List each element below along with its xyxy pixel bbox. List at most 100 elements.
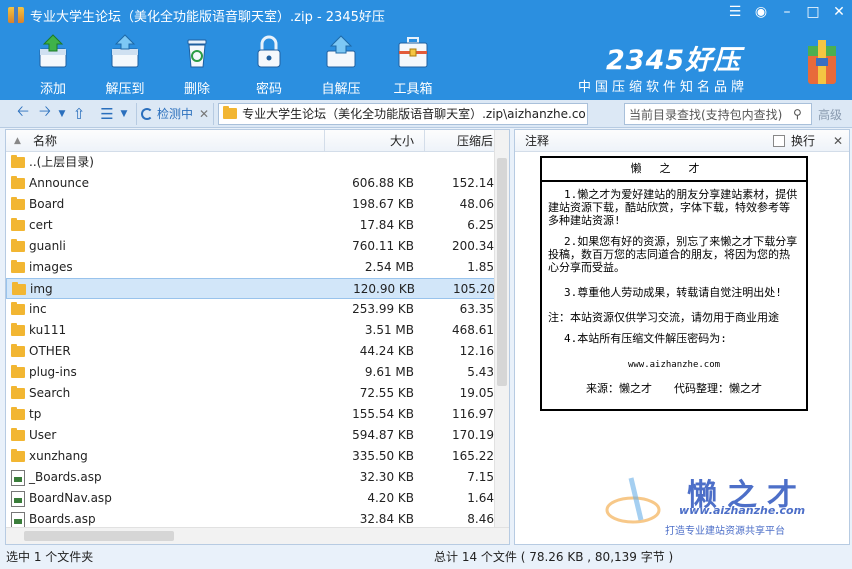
search-placeholder: 当前目录查找(支持包内查找) xyxy=(629,107,783,122)
file-row[interactable]: guanli 760.11 KB 200.34 xyxy=(6,236,496,257)
advanced-search-link[interactable]: 高级 xyxy=(818,106,842,123)
window-controls: ☰ ◉ – □ ✕ xyxy=(722,0,852,26)
brand-area: 2345好压 中国压缩软件知名品牌 xyxy=(578,36,838,96)
comment-pane: 注释 换行 ✕ 懒之才 1.懒之才为爱好建站的朋友分享建站素材，提供建站资源下载… xyxy=(514,129,850,545)
vertical-scrollbar[interactable] xyxy=(494,130,509,528)
folder-icon xyxy=(11,449,25,462)
window-title: 专业大学生论坛（美化全功能版语音聊天室）.zip - 2345好压 xyxy=(30,9,385,25)
chevron-down-icon[interactable]: ▼ xyxy=(56,103,68,125)
watermark-logo-icon xyxy=(605,477,661,524)
file-row[interactable]: cert 17.84 KB 6.25 xyxy=(6,215,496,236)
folder-icon xyxy=(223,106,238,119)
toolbox-icon xyxy=(394,33,432,71)
loading-spinner-icon xyxy=(141,107,153,120)
extract-icon xyxy=(106,33,144,71)
wrap-checkbox[interactable] xyxy=(773,135,785,147)
scan-label: 检测中 xyxy=(157,107,194,121)
file-row[interactable]: BoardNav.asp 4.20 KB 1.64 xyxy=(6,488,496,509)
file-list-pane: ▲ 名称 大小 压缩后 ..(上层目录) Announce 606.88 KB … xyxy=(5,129,510,545)
folder-icon xyxy=(11,155,25,168)
sort-up-icon: ▲ xyxy=(14,136,21,146)
notice-line: 4.本站所有压缩文件解压密码为: xyxy=(564,332,727,345)
comment-title: 注释 xyxy=(525,134,550,148)
scroll-thumb[interactable] xyxy=(24,531,174,541)
file-row[interactable]: plug-ins 9.61 MB 5.43 xyxy=(6,362,496,383)
directory-search-input[interactable]: 当前目录查找(支持包内查找) ⚲ xyxy=(624,103,812,125)
view-options-chevron-icon[interactable]: ▼ xyxy=(118,103,130,125)
file-row[interactable]: inc 253.99 KB 63.35 xyxy=(6,299,496,320)
brand-slogan: 中国压缩软件知名品牌 xyxy=(578,80,749,95)
menu-icon[interactable]: ☰ xyxy=(722,0,748,24)
folder-icon xyxy=(11,197,25,210)
back-arrow-icon[interactable]: 🡠 xyxy=(12,102,34,125)
self-extract-button[interactable]: 自解压 xyxy=(305,30,377,100)
folder-icon xyxy=(11,323,25,336)
watermark-subtitle: 打造专业建站资源共享平台 xyxy=(665,526,785,537)
asp-file-icon xyxy=(11,470,25,486)
folder-icon xyxy=(11,428,25,441)
status-total: 总计 14 个文件 ( 78.26 KB , 80,139 字节 ) xyxy=(434,550,674,564)
forward-arrow-icon[interactable]: 🡢 xyxy=(34,102,56,125)
scroll-thumb[interactable] xyxy=(497,158,507,386)
main-toolbar: 添加 解压到 删除 密码 自解压 工具箱 2345好压 中国压缩软件知名品牌 xyxy=(0,30,852,100)
wrap-label: 换行 xyxy=(791,134,816,148)
address-bar: 🡠 🡢 ▼ ⇧ ☰ ▼ 检测中 ✕ 专业大学生论坛（美化全功能版语音聊天室）.z… xyxy=(0,100,852,128)
file-row[interactable]: User 594.87 KB 170.19 xyxy=(6,425,496,446)
archive-box-icon xyxy=(806,38,838,86)
add-button[interactable]: 添加 xyxy=(17,30,89,100)
notice-title: 懒之才 xyxy=(540,158,808,182)
file-row[interactable]: tp 155.54 KB 116.97 xyxy=(6,404,496,425)
file-row[interactable]: Announce 606.88 KB 152.14 xyxy=(6,173,496,194)
close-icon[interactable]: ✕ xyxy=(826,0,852,24)
notice-line: 来源：懒之才 代码整理：懒之才 xyxy=(586,382,762,395)
file-row[interactable]: Search 72.55 KB 19.05 xyxy=(6,383,496,404)
skin-icon[interactable]: ◉ xyxy=(748,0,774,24)
status-bar: 选中 1 个文件夹 总计 14 个文件 ( 78.26 KB , 80,139 … xyxy=(0,545,852,569)
asp-file-icon xyxy=(11,491,25,507)
status-selection: 选中 1 个文件夹 xyxy=(6,550,94,564)
comment-header: 注释 换行 ✕ xyxy=(515,130,849,152)
folder-icon xyxy=(11,302,25,315)
column-name[interactable]: 名称 xyxy=(33,130,57,152)
folder-icon xyxy=(11,386,25,399)
delete-icon xyxy=(178,33,216,71)
file-row-selected[interactable]: img 120.90 KB 105.20 xyxy=(6,278,496,299)
self-extract-icon xyxy=(322,33,360,71)
column-compressed[interactable]: 压缩后 xyxy=(424,130,496,152)
minimize-icon[interactable]: – xyxy=(774,0,800,24)
file-row[interactable]: OTHER 44.24 KB 12.16 xyxy=(6,341,496,362)
password-lock-icon xyxy=(250,33,288,71)
column-size[interactable]: 大小 xyxy=(324,130,414,152)
notice-line: 3.尊重他人劳动成果，转载请自觉注明出处! xyxy=(564,286,782,299)
file-row[interactable]: _Boards.asp 32.30 KB 7.15 xyxy=(6,467,496,488)
file-row[interactable]: Board 198.67 KB 48.06 xyxy=(6,194,496,215)
file-list-header: ▲ 名称 大小 压缩后 xyxy=(6,130,496,152)
close-pane-icon[interactable]: ✕ xyxy=(833,130,843,152)
archive-path-field[interactable]: 专业大学生论坛（美化全功能版语音聊天室）.zip\aizhanzhe.co xyxy=(218,102,589,125)
file-row[interactable]: xunzhang 335.50 KB 165.22 xyxy=(6,446,496,467)
file-row[interactable]: ku111 3.51 MB 468.61 xyxy=(6,320,496,341)
folder-icon xyxy=(12,282,26,295)
notice-line: 2.如果您有好的资源，别忘了来懒之才下载分享投稿，数百万您的志同道合的朋友，将因… xyxy=(548,235,798,274)
notice-line: 1.懒之才为爱好建站的朋友分享建站素材，提供建站资源下载，酷站欣赏，字体下载，特… xyxy=(548,188,798,227)
extract-to-button[interactable]: 解压到 xyxy=(89,30,161,100)
add-archive-icon xyxy=(34,33,72,71)
delete-button[interactable]: 删除 xyxy=(161,30,233,100)
parent-dir-row[interactable]: ..(上层目录) xyxy=(6,152,496,173)
up-folder-icon[interactable]: ⇧ xyxy=(68,103,90,125)
view-list-icon[interactable]: ☰ xyxy=(96,103,118,125)
scan-status-tab[interactable]: 检测中 ✕ xyxy=(136,102,215,125)
close-scan-icon[interactable]: ✕ xyxy=(199,107,209,121)
notice-line: 注：本站资源仅供学习交流，请勿用于商业用途 xyxy=(548,311,779,324)
folder-icon xyxy=(11,344,25,357)
comment-notice-box: 懒之才 1.懒之才为爱好建站的朋友分享建站素材，提供建站资源下载，酷站欣赏，字体… xyxy=(540,156,808,411)
maximize-icon[interactable]: □ xyxy=(800,0,826,24)
horizontal-scrollbar[interactable] xyxy=(6,527,509,544)
app-logo-icon xyxy=(8,7,24,23)
file-row[interactable]: images 2.54 MB 1.85 xyxy=(6,257,496,278)
toolbox-button[interactable]: 工具箱 xyxy=(377,30,449,100)
password-button[interactable]: 密码 xyxy=(233,30,305,100)
folder-icon xyxy=(11,260,25,273)
asp-file-icon xyxy=(11,512,25,528)
search-icon[interactable]: ⚲ xyxy=(793,107,811,121)
